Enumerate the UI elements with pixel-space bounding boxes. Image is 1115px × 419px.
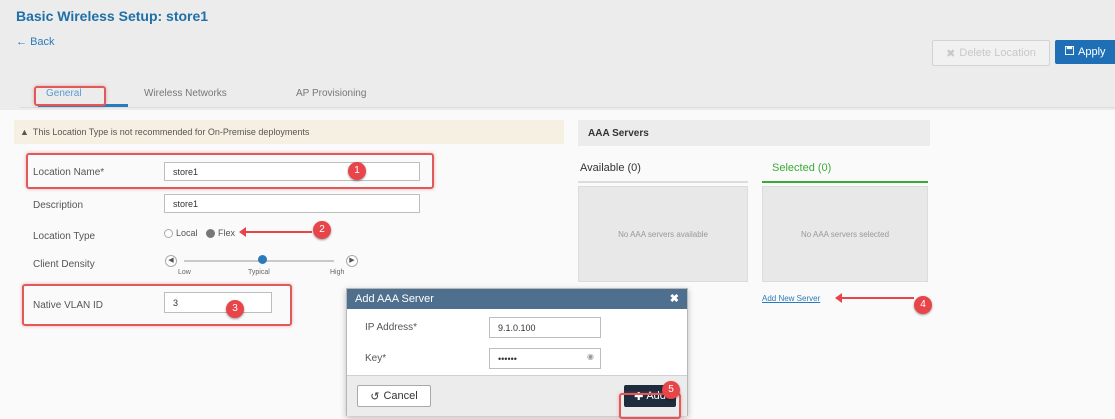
selected-servers-list[interactable]: No AAA servers selected [762,186,928,282]
radio-flex-label: Flex [218,228,236,238]
apply-button[interactable]: Apply [1055,40,1115,64]
cancel-button[interactable]: ↺ Cancel [357,385,431,407]
annotation-marker-1: 1 [348,162,366,180]
native-vlan-input[interactable]: 3 [164,292,272,313]
back-link[interactable]: ← Back [16,36,55,48]
radio-local-label: Local [176,228,198,238]
annotation-arrow-4 [835,293,914,303]
ip-address-label: IP Address* [365,322,418,333]
cancel-label: Cancel [383,390,418,402]
warning-icon: ▲ [20,127,29,137]
slider-decrease-icon[interactable]: ◀ [165,255,177,267]
annotation-marker-4: 4 [914,296,932,314]
density-typical-label: Typical [248,269,270,276]
client-density-slider-thumb[interactable] [258,255,267,264]
location-name-input[interactable]: store1 [164,162,420,181]
apply-label: Apply [1078,46,1106,58]
arrow-left-icon: ← [16,36,27,48]
key-input[interactable]: •••••• ◉ [489,348,601,369]
slider-increase-icon[interactable]: ▶ [346,255,358,267]
add-new-server-link[interactable]: Add New Server [762,294,820,303]
selected-column-title: Selected (0) [772,162,832,174]
radio-flex[interactable] [206,229,216,239]
tab-bar: General Wireless Networks AP Provisionin… [20,84,1115,110]
annotation-box-general [34,86,106,106]
available-servers-list[interactable]: No AAA servers available [578,186,748,282]
location-type-label: Location Type [33,231,96,242]
dialog-header: Add AAA Server ✖ [347,289,687,309]
selected-column-underline [762,181,928,183]
location-name-label: Location Name* [33,167,105,178]
delete-label: Delete Location [959,47,1036,59]
key-value: •••••• [498,353,517,364]
description-label: Description [33,200,84,211]
close-icon: ✖ [946,47,956,60]
key-label: Key* [365,353,387,364]
header-band: Basic Wireless Setup: store1 ← Back ✖ De… [0,0,1115,110]
native-vlan-label: Native VLAN ID [33,300,104,311]
client-density-label: Client Density [33,259,95,270]
close-icon[interactable]: ✖ [670,292,679,305]
tab-ap-provisioning[interactable]: AP Provisioning [296,88,366,99]
description-input[interactable]: store1 [164,194,420,213]
ip-address-input[interactable]: 9.1.0.100 [489,317,601,338]
page-title: Basic Wireless Setup: store1 [16,8,209,24]
warning-text: This Location Type is not recommended fo… [32,127,310,137]
density-low-label: Low [178,269,191,276]
save-icon [1065,46,1074,58]
eye-slash-icon[interactable]: ◉ [587,352,594,361]
location-type-radio-group: Local Flex [164,228,236,239]
radio-local[interactable] [164,229,173,239]
tab-divider [20,107,1115,108]
annotation-arrow-2 [239,227,312,237]
annotation-marker-2: 2 [313,221,331,239]
warning-banner: ▲ This Location Type is not recommended … [14,120,564,144]
density-high-label: High [330,269,345,276]
selected-empty-text: No AAA servers selected [800,229,890,239]
available-column-title: Available (0) [580,162,641,174]
dialog-title: Add AAA Server [355,293,434,305]
annotation-marker-3: 3 [226,300,244,318]
annotation-marker-5: 5 [662,381,680,399]
available-empty-text: No AAA servers available [618,229,708,239]
available-column-underline [578,181,748,183]
aaa-servers-header: AAA Servers [578,120,930,146]
tab-wireless-networks[interactable]: Wireless Networks [144,88,227,99]
delete-location-button[interactable]: ✖ Delete Location [932,40,1050,66]
page: Basic Wireless Setup: store1 ← Back ✖ De… [0,0,1115,419]
back-label[interactable]: Back [30,36,54,48]
undo-icon: ↺ [370,390,380,403]
